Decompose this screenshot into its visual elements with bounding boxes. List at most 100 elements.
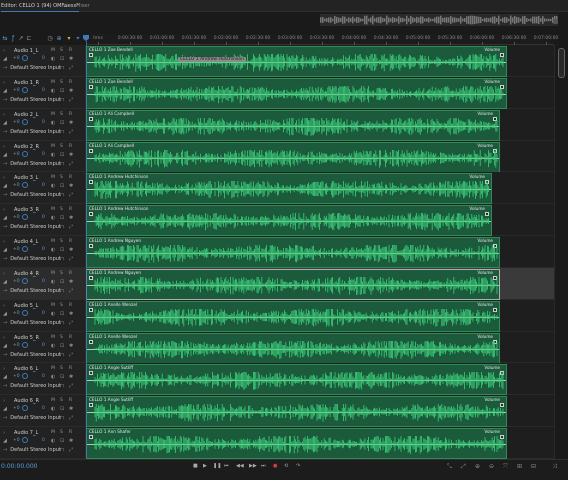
go-to-end-icon[interactable]: ⏭	[261, 463, 266, 469]
solo-button[interactable]: S	[60, 239, 63, 244]
audio-clip[interactable]: CELLO 1 Zoe Bendell Volume	[86, 77, 507, 109]
lock-icon[interactable]: ⊓	[60, 224, 64, 230]
collapse-arrow-icon[interactable]: ›	[3, 430, 5, 436]
mute-button[interactable]: M	[51, 335, 55, 340]
mute-button[interactable]: M	[51, 271, 55, 276]
stereo-icon[interactable]: ◐	[51, 406, 55, 412]
effects-icon[interactable]: ƒ	[10, 36, 16, 42]
pan-knob[interactable]	[22, 405, 28, 412]
track-header[interactable]: › Audio 1_L M S R ◢ +0 0 ◐ ⊡ ✱ → Default …	[0, 45, 86, 76]
expand-icon[interactable]: ⤢	[69, 192, 73, 198]
stereo-icon[interactable]: ◐	[51, 343, 55, 349]
clip-volume-label[interactable]: Volume	[477, 334, 493, 339]
track-name[interactable]: Audio 1_L	[14, 48, 38, 54]
mute-button[interactable]: M	[51, 144, 55, 149]
input-icon[interactable]: ✱	[69, 215, 73, 221]
clip-volume-label[interactable]: Volume	[484, 429, 500, 434]
volume-value[interactable]: +0	[13, 88, 20, 93]
lock-icon[interactable]: ⊓	[60, 97, 64, 103]
clip-volume-label[interactable]: Volume	[484, 365, 500, 370]
pan-knob[interactable]	[22, 182, 28, 189]
pan-value[interactable]: 0	[42, 374, 45, 379]
track-header[interactable]: › Audio 5_L M S R ◢ +0 0 ◐ ⊡ ✱ → Default …	[0, 299, 86, 331]
volume-value[interactable]: +0	[13, 152, 20, 157]
lock-icon[interactable]: ⊓	[60, 192, 64, 198]
pan-value[interactable]: 0	[42, 56, 45, 61]
input-icon[interactable]: ✱	[69, 247, 73, 253]
solo-button[interactable]: S	[60, 271, 63, 276]
expand-icon[interactable]: ⤢	[69, 161, 73, 167]
record-arm-button[interactable]: R	[69, 175, 72, 180]
track-name[interactable]: Audio 2_R	[14, 144, 39, 150]
output-selector[interactable]: → Default Stereo Input	[3, 192, 61, 198]
expand-icon[interactable]: ⤢	[69, 352, 73, 358]
clip-volume-label[interactable]: Volume	[469, 174, 485, 179]
lock-icon[interactable]: ⊓	[60, 161, 64, 167]
clip-volume-label[interactable]: Volume	[484, 397, 500, 402]
audio-clip[interactable]: CELLO 1 Ali Campbell Volume	[86, 109, 500, 141]
stereo-icon[interactable]: ◐	[51, 56, 55, 62]
track-lane[interactable]: CELLO 1 Angie Sutliff Volume	[86, 363, 554, 396]
pan-knob[interactable]	[22, 86, 28, 93]
zoom-in-time-icon[interactable]: ⊕	[475, 463, 480, 470]
collapse-arrow-icon[interactable]: ›	[3, 271, 5, 277]
input-icon[interactable]: ✱	[69, 56, 73, 62]
monitor-icon[interactable]: ⊡	[60, 88, 64, 94]
record-arm-button[interactable]: R	[69, 144, 72, 149]
lock-icon[interactable]: ⊓	[60, 415, 64, 421]
monitor-icon[interactable]: ⊡	[60, 183, 64, 189]
collapse-arrow-icon[interactable]: ›	[3, 335, 5, 341]
track-name[interactable]: Audio 3_L	[14, 175, 38, 181]
pan-value[interactable]: 0	[42, 88, 45, 93]
expand-icon[interactable]: ⤢	[69, 97, 73, 103]
audio-clip[interactable]: CELLO 1 Anelle Wenzel Volume	[86, 300, 500, 332]
stereo-icon[interactable]: ◐	[51, 374, 55, 380]
output-selector[interactable]: → Default Stereo Input	[3, 383, 61, 389]
track-name[interactable]: Audio 5_R	[14, 335, 39, 341]
volume-value[interactable]: +0	[13, 247, 20, 252]
output-selector[interactable]: → Default Stereo Input	[3, 352, 61, 358]
track-header[interactable]: › Audio 1_R M S R ◢ +0 0 ◐ ⊡ ✱ → Default …	[0, 76, 86, 108]
input-icon[interactable]: ✱	[69, 183, 73, 189]
monitor-icon[interactable]: ⊡	[60, 406, 64, 412]
volume-value[interactable]: +0	[13, 183, 20, 188]
clip-volume-label[interactable]: Volume	[469, 206, 485, 211]
input-icon[interactable]: ✱	[69, 438, 73, 444]
lock-icon[interactable]: ⊓	[60, 65, 64, 71]
stereo-icon[interactable]: ◐	[51, 183, 55, 189]
stereo-icon[interactable]: ◐	[51, 438, 55, 444]
volume-value[interactable]: +0	[13, 311, 20, 316]
solo-button[interactable]: S	[60, 207, 63, 212]
audio-clip[interactable]: CELLO 1 Anelle Wenzel Volume	[86, 332, 500, 364]
output-selector[interactable]: → Default Stereo Input	[3, 447, 61, 453]
pan-knob[interactable]	[22, 437, 28, 444]
input-icon[interactable]: ✱	[69, 152, 73, 158]
audio-clip[interactable]: CELLO 1 Ann Shafer Volume	[86, 428, 507, 460]
expand-icon[interactable]: ⤢	[69, 129, 73, 135]
track-lane[interactable]: CELLO 1 Zoe Bendell Volume	[86, 76, 554, 109]
track-lane[interactable]: CELLO 1 Andrew Hutchinson Volume	[86, 204, 554, 237]
output-selector[interactable]: → Default Stereo Input	[3, 320, 61, 326]
pan-value[interactable]: 0	[42, 247, 45, 252]
volume-value[interactable]: +0	[13, 438, 20, 443]
track-header[interactable]: › Audio 3_L M S R ◢ +0 0 ◐ ⊡ ✱ → Default …	[0, 172, 86, 204]
track-lane[interactable]: CELLO 1 Ann Shafer Volume	[86, 427, 554, 460]
fast-forward-icon[interactable]: ▶▶	[249, 463, 257, 469]
output-selector[interactable]: → Default Stereo Input	[3, 161, 61, 167]
zoom-out-amplitude-icon[interactable]: ⤢	[461, 463, 466, 471]
record-icon[interactable]: ●	[273, 463, 277, 469]
record-arm-button[interactable]: R	[69, 398, 72, 403]
track-header[interactable]: › Audio 4_L M S R ◢ +0 0 ◐ ⊡ ✱ → Default …	[0, 236, 86, 267]
audio-clip[interactable]: CELLO 1 Angie Sutliff Volume	[86, 364, 507, 396]
collapse-arrow-icon[interactable]: ›	[3, 144, 5, 150]
track-header[interactable]: › Audio 6_L M S R ◢ +0 0 ◐ ⊡ ✱ → Default …	[0, 363, 86, 395]
solo-button[interactable]: S	[60, 144, 63, 149]
ripple-icon[interactable]: ⌖	[75, 36, 81, 42]
loop-icon[interactable]: ⟲	[284, 463, 288, 469]
expand-icon[interactable]: ⤢	[69, 320, 73, 326]
track-name[interactable]: Audio 6_R	[14, 398, 39, 404]
track-header[interactable]: › Audio 3_R M S R ◢ +0 0 ◐ ⊡ ✱ → Default …	[0, 204, 86, 236]
zoom-selection-icon[interactable]: ⊟	[531, 463, 536, 470]
record-arm-button[interactable]: R	[69, 112, 72, 117]
monitor-icon[interactable]: ⊡	[60, 438, 64, 444]
